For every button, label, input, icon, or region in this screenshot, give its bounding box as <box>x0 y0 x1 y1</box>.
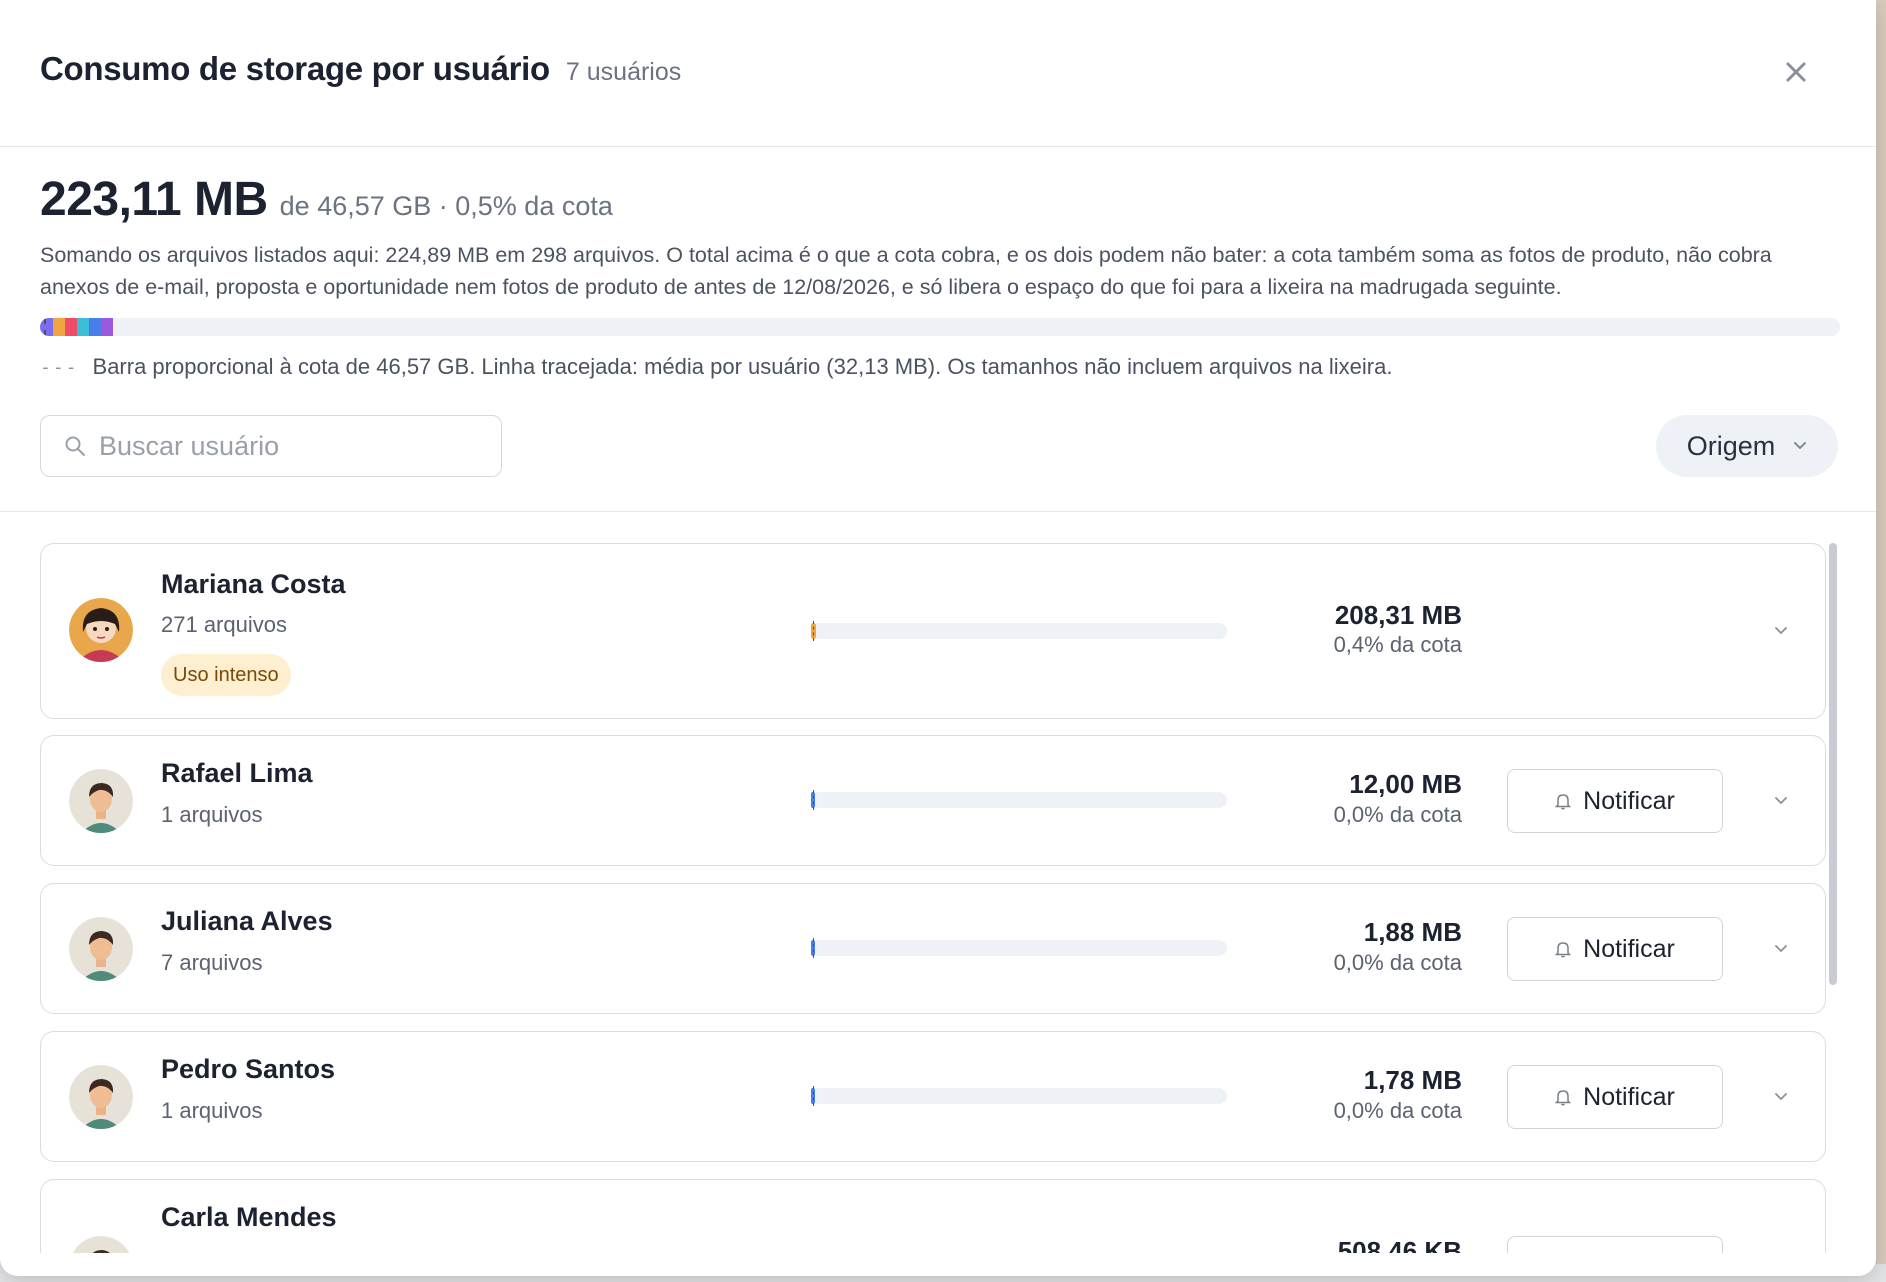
user-count: 7 usuários <box>565 58 682 86</box>
expand-row-button[interactable] <box>1766 934 1796 964</box>
notify-label: Notificar <box>1583 786 1675 815</box>
user-row[interactable]: Carla Mendes 508,46 KB <box>40 1179 1826 1253</box>
origin-filter-button[interactable]: Origem <box>1656 415 1838 477</box>
average-marker <box>813 621 814 641</box>
user-file-count: 1 arquivos <box>161 1098 263 1123</box>
avatar-illustration <box>69 598 133 662</box>
modal-header: Consumo de storage por usuário 7 usuário… <box>0 0 1876 147</box>
chevron-down-icon <box>1775 1093 1787 1101</box>
user-name: Carla Mendes <box>161 1202 337 1232</box>
user-quota-percent: 0,4% da cota <box>1333 632 1462 657</box>
user-row[interactable]: Juliana Alves 7 arquivos 1,88 MB 0,0% da… <box>40 883 1826 1014</box>
expand-row-button[interactable] <box>1766 616 1796 646</box>
user-name: Mariana Costa <box>161 569 346 599</box>
expand-row-button[interactable] <box>1766 1082 1796 1112</box>
search-box[interactable] <box>40 415 502 477</box>
user-name: Pedro Santos <box>161 1054 336 1084</box>
chevron-down-icon <box>1775 797 1787 805</box>
modal-title: Consumo de storage por usuário <box>40 50 550 87</box>
bell-icon <box>1555 794 1572 810</box>
notify-label: Notificar <box>1583 1082 1675 1111</box>
avatar-illustration <box>69 1065 133 1129</box>
backdrop-edge <box>1876 0 1886 1282</box>
heavy-usage-badge: Uso intenso <box>161 654 291 696</box>
notify-button[interactable]: Notificar <box>1507 1065 1723 1129</box>
storage-summary: 223,11 MB de 46,57 GB · 0,5% da cota Som… <box>0 147 1876 512</box>
storage-modal: Consumo de storage por usuário 7 usuário… <box>0 0 1876 1276</box>
chevron-down-icon <box>1775 627 1787 635</box>
average-marker <box>813 1086 814 1106</box>
chevron-down-icon <box>1775 945 1787 953</box>
user-row[interactable]: Rafael Lima 1 arquivos 12,00 MB 0,0% da … <box>40 735 1826 866</box>
user-quota-percent: 0,0% da cota <box>1333 802 1462 827</box>
notify-button[interactable]: Notificar <box>1507 769 1723 833</box>
total-used: 223,11 MB <box>40 173 268 226</box>
list-scrollbar[interactable] <box>1829 543 1837 985</box>
user-name: Rafael Lima <box>161 758 313 788</box>
avatar-illustration <box>69 917 133 981</box>
user-row[interactable]: Pedro Santos 1 arquivos 1,78 MB 0,0% da … <box>40 1031 1826 1162</box>
user-list[interactable]: Mariana Costa 271 arquivos Uso intenso 2… <box>0 513 1876 1253</box>
user-usage-bar <box>811 790 1227 810</box>
quota-segment <box>64 318 77 336</box>
total-row: 223,11 MB de 46,57 GB · 0,5% da cota <box>40 172 613 227</box>
user-storage-size: 1,78 MB <box>1363 1065 1462 1095</box>
dashed-line-sample: --- <box>40 356 79 378</box>
quota-segment <box>52 318 65 336</box>
user-file-count: 7 arquivos <box>161 950 263 975</box>
bell-icon <box>1555 942 1572 958</box>
close-icon <box>1786 62 1806 82</box>
user-usage-bar <box>811 621 1227 641</box>
quota-bar <box>40 318 1840 336</box>
user-storage-size: 208,31 MB <box>1334 600 1462 630</box>
user-storage-size: 508,46 KB <box>1337 1236 1462 1253</box>
bell-icon <box>1555 1090 1572 1106</box>
user-file-count: 271 arquivos <box>161 612 287 637</box>
legend-text: Barra proporcional à cota de 46,57 GB. L… <box>92 354 1393 379</box>
user-name: Juliana Alves <box>161 906 333 936</box>
origin-filter-label: Origem <box>1686 430 1776 461</box>
user-row[interactable]: Mariana Costa 271 arquivos Uso intenso 2… <box>40 543 1826 719</box>
expand-row-button[interactable] <box>1766 786 1796 816</box>
average-line <box>44 318 46 336</box>
avatar-illustration <box>72 1236 130 1253</box>
chevron-down-icon <box>1794 442 1807 450</box>
bar-legend: --- Barra proporcional à cota de 46,57 G… <box>40 354 1392 380</box>
notify-button[interactable] <box>1507 1236 1723 1253</box>
avatar <box>69 598 133 662</box>
user-file-count: 1 arquivos <box>161 802 263 827</box>
summary-note: Somando os arquivos listados aqui: 224,8… <box>40 243 1772 299</box>
avatar <box>69 1236 133 1253</box>
user-quota-percent: 0,0% da cota <box>1333 950 1462 975</box>
quota-segment <box>40 318 53 336</box>
title-row: Consumo de storage por usuário 7 usuário… <box>40 50 681 88</box>
notify-label: Notificar <box>1583 934 1675 963</box>
avatar <box>69 769 133 833</box>
search-icon <box>65 436 85 456</box>
quota-segment <box>76 318 89 336</box>
avatar <box>69 917 133 981</box>
search-input[interactable] <box>99 430 459 462</box>
close-button[interactable] <box>1776 52 1816 92</box>
quota-segment <box>100 318 113 336</box>
average-marker <box>813 938 814 958</box>
user-usage-bar <box>811 1086 1227 1106</box>
avatar-illustration <box>69 769 133 833</box>
user-storage-size: 12,00 MB <box>1349 769 1462 799</box>
quota-segment <box>88 318 101 336</box>
notify-button[interactable]: Notificar <box>1507 917 1723 981</box>
avatar <box>69 1065 133 1129</box>
user-usage-bar <box>811 938 1227 958</box>
user-quota-percent: 0,0% da cota <box>1333 1098 1462 1123</box>
average-marker <box>813 790 814 810</box>
total-quota: de 46,57 GB · 0,5% da cota <box>279 191 613 221</box>
user-storage-size: 1,88 MB <box>1363 917 1462 947</box>
